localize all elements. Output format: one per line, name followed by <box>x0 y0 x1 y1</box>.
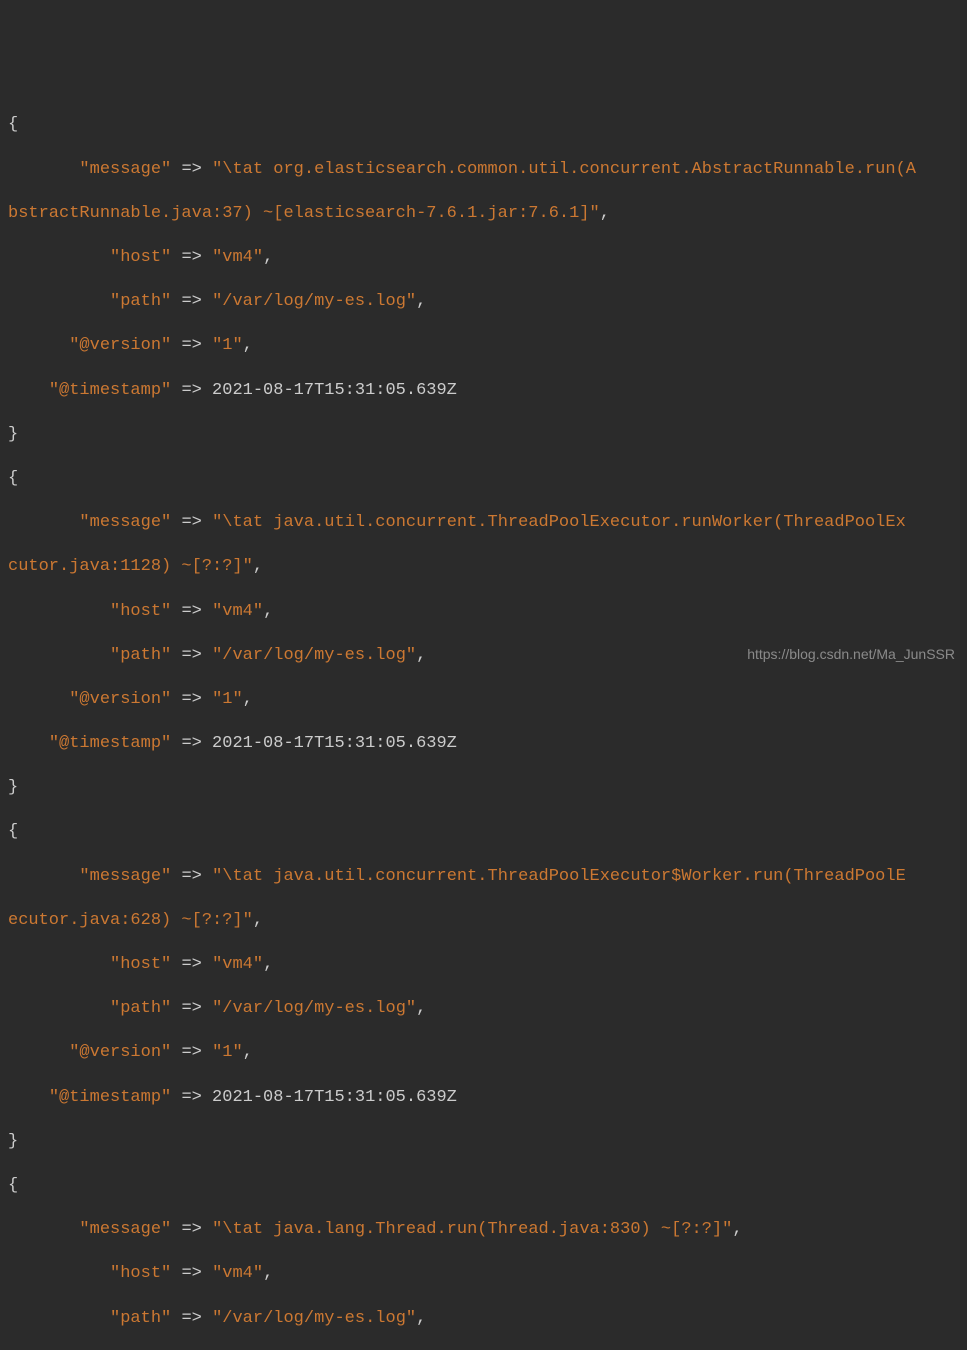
log-message-line: "message" => "\tat java.util.concurrent.… <box>0 866 967 888</box>
log-version-line: "@version" => "1", <box>0 335 967 357</box>
log-brace-close: } <box>0 1131 967 1153</box>
log-version-line: "@version" => "1", <box>0 1042 967 1064</box>
log-message-line: "message" => "\tat java.lang.Thread.run(… <box>0 1219 967 1241</box>
log-brace-open: { <box>0 468 967 490</box>
log-timestamp-line: "@timestamp" => 2021-08-17T15:31:05.639Z <box>0 1087 967 1109</box>
log-brace-open: { <box>0 821 967 843</box>
log-message-continuation: bstractRunnable.java:37) ~[elasticsearch… <box>0 203 967 225</box>
log-timestamp-line: "@timestamp" => 2021-08-17T15:31:05.639Z <box>0 380 967 402</box>
log-message-continuation: ecutor.java:628) ~[?:?]", <box>0 910 967 932</box>
log-message-continuation: cutor.java:1128) ~[?:?]", <box>0 556 967 578</box>
log-host-line: "host" => "vm4", <box>0 247 967 269</box>
watermark-text: https://blog.csdn.net/Ma_JunSSR <box>747 645 955 663</box>
log-brace-open: { <box>0 114 967 136</box>
log-brace-open: { <box>0 1175 967 1197</box>
log-host-line: "host" => "vm4", <box>0 601 967 623</box>
log-brace-close: } <box>0 424 967 446</box>
log-version-line: "@version" => "1", <box>0 689 967 711</box>
log-path-line: "path" => "/var/log/my-es.log", <box>0 998 967 1020</box>
log-message-line: "message" => "\tat java.util.concurrent.… <box>0 512 967 534</box>
terminal-output: { "message" => "\tat org.elasticsearch.c… <box>0 92 967 1350</box>
log-path-line: "path" => "/var/log/my-es.log", <box>0 1308 967 1330</box>
log-host-line: "host" => "vm4", <box>0 1263 967 1285</box>
log-path-line: "path" => "/var/log/my-es.log", <box>0 291 967 313</box>
log-message-line: "message" => "\tat org.elasticsearch.com… <box>0 159 967 181</box>
log-brace-close: } <box>0 777 967 799</box>
log-host-line: "host" => "vm4", <box>0 954 967 976</box>
log-timestamp-line: "@timestamp" => 2021-08-17T15:31:05.639Z <box>0 733 967 755</box>
